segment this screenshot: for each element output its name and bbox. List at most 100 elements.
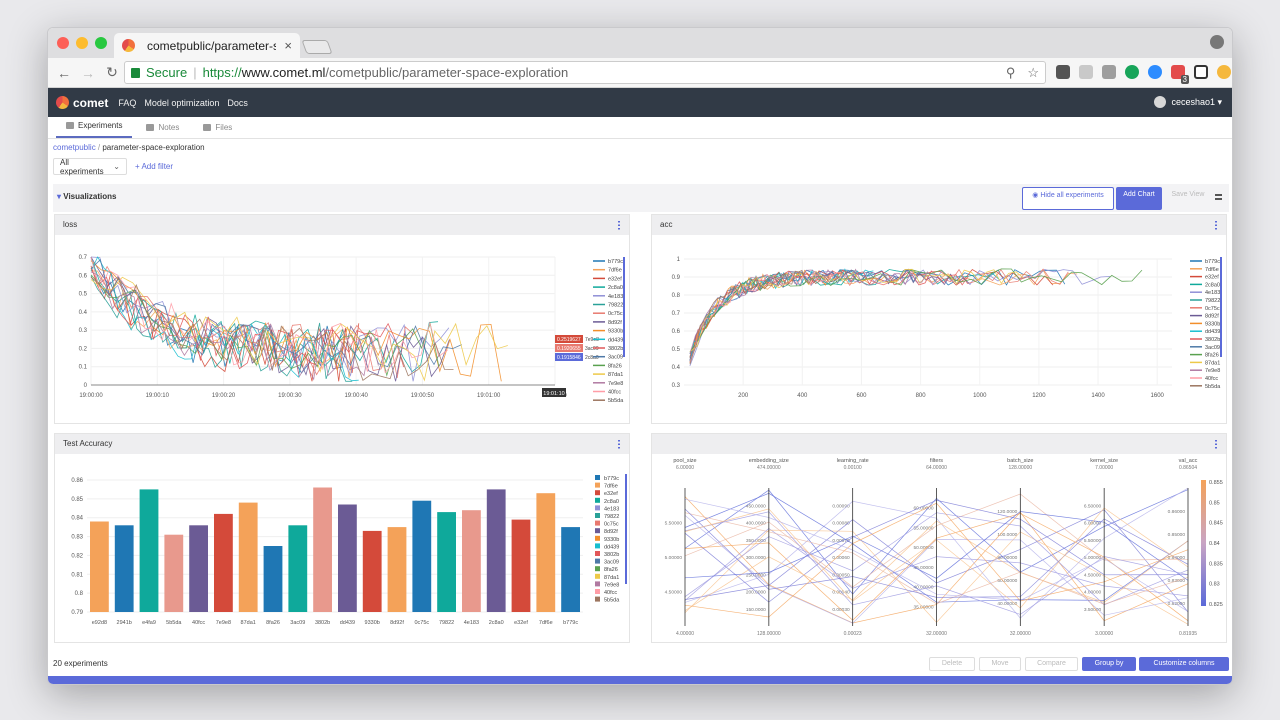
legend-swatch bbox=[595, 566, 600, 572]
kebab-menu-icon[interactable] bbox=[1215, 439, 1217, 449]
reload-icon[interactable]: ↻ bbox=[100, 64, 124, 81]
grammarly-icon[interactable] bbox=[1125, 65, 1139, 79]
series-line-3802b bbox=[90, 268, 405, 370]
parallel-coordinates-chart[interactable]: pool_size6.00000 4.00000 5.50000 5.00000 4.5… bbox=[652, 454, 1228, 644]
nav-docs[interactable]: Docs bbox=[227, 98, 248, 108]
axis-top-value: 0.86504 bbox=[1179, 465, 1197, 471]
profile-icon[interactable] bbox=[1210, 35, 1224, 49]
loss-chart[interactable]: 0 0.1 0.2 0.3 0.4 0.5 0.6 0.7 19:00:00 19:00:10 19… bbox=[55, 235, 631, 425]
y-tick-label: 0.84 bbox=[71, 516, 83, 522]
x-tick-label: 2941b bbox=[117, 620, 132, 626]
add-chart-button[interactable]: Add Chart bbox=[1116, 187, 1162, 210]
calendar-extension-icon[interactable]: 3 bbox=[1171, 65, 1189, 84]
axis-top-value: 6.00000 bbox=[676, 465, 694, 471]
legend-scrollbar bbox=[1220, 257, 1222, 357]
zoom-icon[interactable]: ⚲ bbox=[1006, 65, 1016, 81]
legend-scrollbar bbox=[625, 474, 627, 584]
axis-label: learning_rate bbox=[837, 458, 869, 464]
tab-notes[interactable]: Notes bbox=[136, 123, 189, 138]
x-tick-label: 9330b bbox=[365, 620, 380, 626]
kebab-menu-icon[interactable] bbox=[618, 220, 620, 230]
legend-label: 8fa26 bbox=[604, 567, 618, 573]
y-tick-label: 0.85 bbox=[71, 497, 83, 503]
add-filter-button[interactable]: + Add filter bbox=[135, 162, 173, 171]
y-tick-label: 1 bbox=[677, 257, 681, 263]
y-tick-label: 0.7 bbox=[79, 255, 88, 261]
nav-model-optimization[interactable]: Model optimization bbox=[144, 98, 219, 108]
y-tick-label: 0 bbox=[84, 383, 88, 389]
customize-columns-button[interactable]: Customize columns bbox=[1139, 657, 1229, 671]
forward-arrow-icon[interactable]: → bbox=[76, 65, 100, 81]
move-button[interactable]: Move bbox=[979, 657, 1021, 671]
user-menu[interactable]: ceceshao1 ▾ bbox=[1154, 96, 1222, 108]
axis-tick-label: 3.50000 bbox=[1084, 607, 1102, 613]
extension-icon[interactable] bbox=[1194, 65, 1208, 79]
axis-top-value: 64.00000 bbox=[926, 465, 947, 471]
maximize-window-button[interactable] bbox=[95, 37, 107, 49]
axis-top-value: 128.00000 bbox=[1009, 465, 1033, 471]
extension-icon[interactable] bbox=[1079, 65, 1093, 79]
x-tick-label: 3802b bbox=[315, 620, 330, 626]
legend-swatch bbox=[595, 543, 600, 549]
zoom-extension-icon[interactable] bbox=[1148, 65, 1162, 79]
tab-close-icon[interactable]: × bbox=[284, 38, 292, 53]
axis-tick-label: 0.86000 bbox=[1168, 509, 1186, 515]
extension-icon[interactable] bbox=[1056, 65, 1070, 79]
legend-swatch bbox=[595, 482, 600, 488]
bookmark-star-icon[interactable]: ☆ bbox=[1027, 65, 1039, 81]
x-tick-label: 200 bbox=[738, 393, 749, 399]
extension-icon[interactable] bbox=[1217, 65, 1231, 79]
minimize-window-button[interactable] bbox=[76, 37, 88, 49]
bar-3802b bbox=[313, 487, 332, 612]
hover-label-value: 0.1920655 bbox=[557, 346, 581, 352]
back-arrow-icon[interactable]: ← bbox=[52, 65, 76, 81]
url-input[interactable]: Secure | https:// www.comet.ml /cometpub… bbox=[124, 61, 1046, 84]
save-view-button[interactable]: Save View bbox=[1168, 187, 1208, 210]
tab-title: cometpublic/parameter-space bbox=[147, 38, 276, 53]
comet-logo-icon[interactable] bbox=[56, 96, 69, 109]
kebab-menu-icon[interactable] bbox=[618, 439, 620, 449]
y-tick-label: 0.8 bbox=[75, 591, 84, 597]
brand-name[interactable]: comet bbox=[73, 96, 108, 110]
extension-icon[interactable] bbox=[1102, 65, 1116, 79]
axis-label: pool_size bbox=[673, 458, 696, 464]
breadcrumb-workspace[interactable]: cometpublic bbox=[53, 143, 96, 152]
x-tick-label: 3ac09 bbox=[290, 620, 305, 626]
avatar bbox=[1154, 96, 1167, 108]
kebab-menu-icon[interactable] bbox=[1215, 220, 1217, 230]
group-by-button[interactable]: Group by bbox=[1082, 657, 1136, 671]
acc-chart[interactable]: 0.30.40.50.60.70.80.91200 400 600 800 1000 12… bbox=[652, 235, 1228, 425]
compare-button[interactable]: Compare bbox=[1025, 657, 1078, 671]
legend-swatch bbox=[595, 551, 600, 556]
hover-label-value: 0.1915846 bbox=[557, 355, 581, 361]
browser-tab[interactable]: cometpublic/parameter-space × bbox=[114, 33, 300, 58]
experiments-filter-select[interactable]: All experiments ⌄ bbox=[53, 158, 127, 176]
table-icon bbox=[66, 122, 74, 129]
menu-icon[interactable] bbox=[1215, 194, 1222, 200]
x-tick-label: 1000 bbox=[973, 393, 987, 399]
bar-3ac09 bbox=[288, 525, 308, 612]
x-tick-label: 0c75c bbox=[414, 620, 429, 626]
axis-top-value: 474.00000 bbox=[757, 465, 781, 471]
legend-label: e32ef bbox=[608, 276, 622, 282]
legend-swatch bbox=[595, 558, 600, 564]
nav-faq[interactable]: FAQ bbox=[118, 98, 136, 108]
colorbar-tick-label: 0.84 bbox=[1209, 541, 1220, 547]
legend-label: 0c75c bbox=[604, 522, 619, 528]
visualizations-toggle[interactable]: ▾ Visualizations bbox=[57, 192, 116, 201]
legend-label: 40fcc bbox=[608, 390, 621, 396]
tab-files[interactable]: Files bbox=[193, 123, 242, 138]
x-tick-label: 7e9e8 bbox=[216, 620, 231, 626]
legend-swatch bbox=[595, 490, 600, 496]
delete-button[interactable]: Delete bbox=[929, 657, 975, 671]
new-tab-button[interactable] bbox=[301, 40, 333, 54]
hide-all-experiments-button[interactable]: ◉ Hide all experiments bbox=[1022, 187, 1114, 210]
close-window-button[interactable] bbox=[57, 37, 69, 49]
test-accuracy-chart[interactable]: 0.79 0.8 0.81 0.82 0.83 0.84 0.85 0.86 e92d8 2941… bbox=[55, 454, 631, 644]
axis-tick-label: 150.0000 bbox=[746, 607, 766, 613]
colorbar-tick-label: 0.83 bbox=[1209, 582, 1220, 588]
tab-experiments[interactable]: Experiments bbox=[56, 121, 133, 138]
legend-label: 4e183 bbox=[1205, 290, 1220, 296]
legend-label: 8d92f bbox=[608, 320, 622, 326]
chart-title: loss bbox=[63, 220, 78, 229]
